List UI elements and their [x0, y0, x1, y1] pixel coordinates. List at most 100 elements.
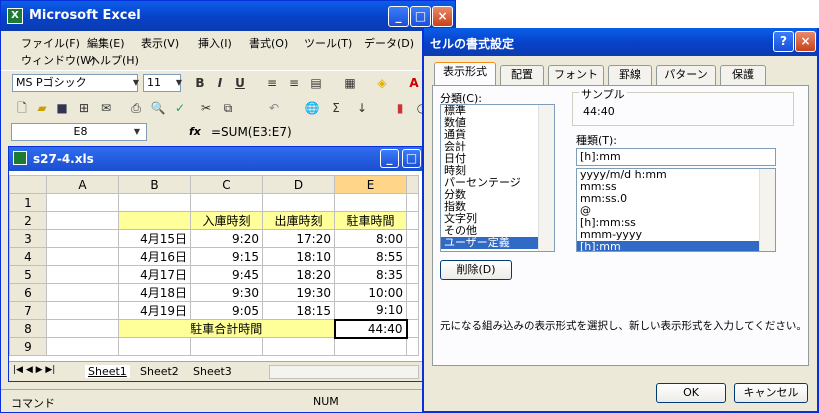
sort-ascending-icon[interactable]: ↓ [353, 99, 371, 117]
italic-icon[interactable]: I [211, 74, 229, 92]
print-icon[interactable]: ⎙ [127, 99, 145, 117]
bold-icon[interactable]: B [191, 74, 209, 92]
dialog-close-button[interactable]: × [795, 31, 816, 52]
entry-time-cell[interactable]: 9:05 [190, 301, 263, 320]
menu-view[interactable]: 表示(V) [141, 35, 179, 51]
duration-cell[interactable]: 8:00 [334, 229, 407, 248]
cell[interactable] [46, 265, 119, 284]
row-header[interactable]: 4 [9, 247, 47, 266]
hyperlink-icon[interactable]: 🌐 [303, 99, 321, 117]
menu-edit[interactable]: 編集(E) [87, 35, 125, 51]
new-file-icon[interactable]: 🗋 [13, 99, 31, 117]
type-list[interactable]: yyyy/m/d h:mm mm:ss mm:ss.0 @ [h]:mm:ss … [576, 168, 776, 252]
cut-icon[interactable]: ✂ [197, 99, 215, 117]
cell[interactable] [190, 337, 263, 356]
header-cell[interactable]: 入庫時刻 [190, 211, 263, 230]
chevron-down-icon[interactable]: ▼ [128, 123, 146, 141]
entry-time-cell[interactable]: 9:20 [190, 229, 263, 248]
type-scrollbar[interactable] [759, 169, 775, 251]
font-name-box[interactable]: MS Pゴシック [12, 74, 138, 92]
cancel-button[interactable]: キャンセル [734, 383, 808, 403]
cell[interactable] [190, 193, 263, 212]
entry-time-cell[interactable]: 9:30 [190, 283, 263, 302]
column-header[interactable]: D [262, 175, 335, 194]
align-left-icon[interactable]: ≡ [263, 74, 281, 92]
email-icon[interactable]: ✉ [97, 99, 115, 117]
maximize-button[interactable]: □ [410, 6, 431, 27]
date-cell[interactable]: 4月15日 [118, 229, 191, 248]
menu-help[interactable]: ヘルプ(H) [89, 52, 139, 68]
header-cell[interactable]: 出庫時刻 [262, 211, 335, 230]
cell[interactable] [46, 319, 119, 338]
menu-file[interactable]: ファイル(F) [21, 35, 80, 51]
list-item[interactable]: mm:ss.0 [577, 193, 775, 205]
header-cell[interactable]: 駐車時間 [334, 211, 407, 230]
autosum-icon[interactable]: Σ [327, 99, 345, 117]
category-list[interactable]: 標準 数値 通貨 会計 日付 時刻 パーセンテージ 分数 指数 文字列 その他 … [440, 104, 555, 252]
fill-color-icon[interactable]: ◈ [373, 74, 391, 92]
print-preview-icon[interactable]: 🔍 [149, 99, 167, 117]
date-cell[interactable]: 4月17日 [118, 265, 191, 284]
wb-minimize-button[interactable]: _ [380, 149, 399, 168]
tab-number[interactable]: 表示形式 [434, 62, 496, 86]
row-header[interactable]: 9 [9, 337, 47, 356]
column-header[interactable]: C [190, 175, 263, 194]
menu-insert[interactable]: 挿入(I) [198, 35, 232, 51]
menu-window[interactable]: ウィンドウ(W) [21, 52, 95, 68]
dialog-title-bar[interactable]: セルの書式設定 ? × [424, 28, 817, 56]
menu-tools[interactable]: ツール(T) [304, 35, 352, 51]
cell[interactable] [262, 337, 335, 356]
borders-icon[interactable]: ▦ [341, 74, 359, 92]
date-cell[interactable]: 4月16日 [118, 247, 191, 266]
exit-time-cell[interactable]: 19:30 [262, 283, 335, 302]
duration-cell[interactable]: 8:35 [334, 265, 407, 284]
exit-time-cell[interactable]: 17:20 [262, 229, 335, 248]
wb-maximize-button[interactable]: □ [402, 149, 421, 168]
date-cell[interactable]: 4月18日 [118, 283, 191, 302]
tab-protection[interactable]: 保護 [720, 65, 766, 85]
row-header[interactable]: 8 [9, 319, 47, 338]
chevron-down-icon[interactable]: ▼ [170, 74, 188, 92]
horizontal-scrollbar[interactable] [269, 365, 419, 379]
chart-wizard-icon[interactable]: ▮ [391, 99, 409, 117]
delete-button[interactable]: 削除(D) [440, 260, 512, 280]
fx-icon[interactable]: fx [189, 125, 201, 138]
cell[interactable] [46, 193, 119, 212]
help-button[interactable]: ? [773, 31, 794, 52]
merge-center-icon[interactable]: ▤ [307, 74, 325, 92]
cell[interactable] [118, 193, 191, 212]
row-header[interactable]: 1 [9, 193, 47, 212]
tab-alignment[interactable]: 配置 [500, 65, 544, 85]
align-center-icon[interactable]: ≡ [285, 74, 303, 92]
undo-icon[interactable]: ↶ [265, 99, 283, 117]
entry-time-cell[interactable]: 9:45 [190, 265, 263, 284]
name-box[interactable]: E8 [11, 123, 147, 141]
cell[interactable] [46, 337, 119, 356]
duration-cell[interactable]: 10:00 [334, 283, 407, 302]
underline-icon[interactable]: U [231, 74, 249, 92]
duration-cell[interactable]: 9:10 [334, 301, 407, 320]
formula-input[interactable]: =SUM(E3:E7) [211, 125, 292, 139]
sheet-tab-sheet1[interactable]: Sheet1 [85, 365, 130, 378]
row-header[interactable]: 2 [9, 211, 47, 230]
excel-title-bar[interactable]: X Microsoft Excel _ □ × [1, 1, 455, 31]
cell[interactable] [46, 229, 119, 248]
type-input[interactable]: [h]:mm [576, 148, 776, 166]
cell[interactable] [334, 193, 407, 212]
exit-time-cell[interactable]: 18:20 [262, 265, 335, 284]
cell[interactable] [46, 211, 119, 230]
date-cell[interactable]: 4月19日 [118, 301, 191, 320]
row-header[interactable]: 3 [9, 229, 47, 248]
sheet-tab-sheet2[interactable]: Sheet2 [137, 365, 182, 378]
open-folder-icon[interactable]: ▰ [33, 99, 51, 117]
total-label-cell[interactable]: 駐車合計時間 [118, 319, 335, 338]
minimize-button[interactable]: _ [388, 6, 409, 27]
column-header[interactable]: B [118, 175, 191, 194]
exit-time-cell[interactable]: 18:15 [262, 301, 335, 320]
sheet-tab-sheet3[interactable]: Sheet3 [190, 365, 235, 378]
corner-select-all[interactable] [9, 175, 47, 194]
font-color-icon[interactable]: A [405, 74, 423, 92]
cell[interactable] [46, 247, 119, 266]
entry-time-cell[interactable]: 9:15 [190, 247, 263, 266]
cell[interactable] [46, 283, 119, 302]
